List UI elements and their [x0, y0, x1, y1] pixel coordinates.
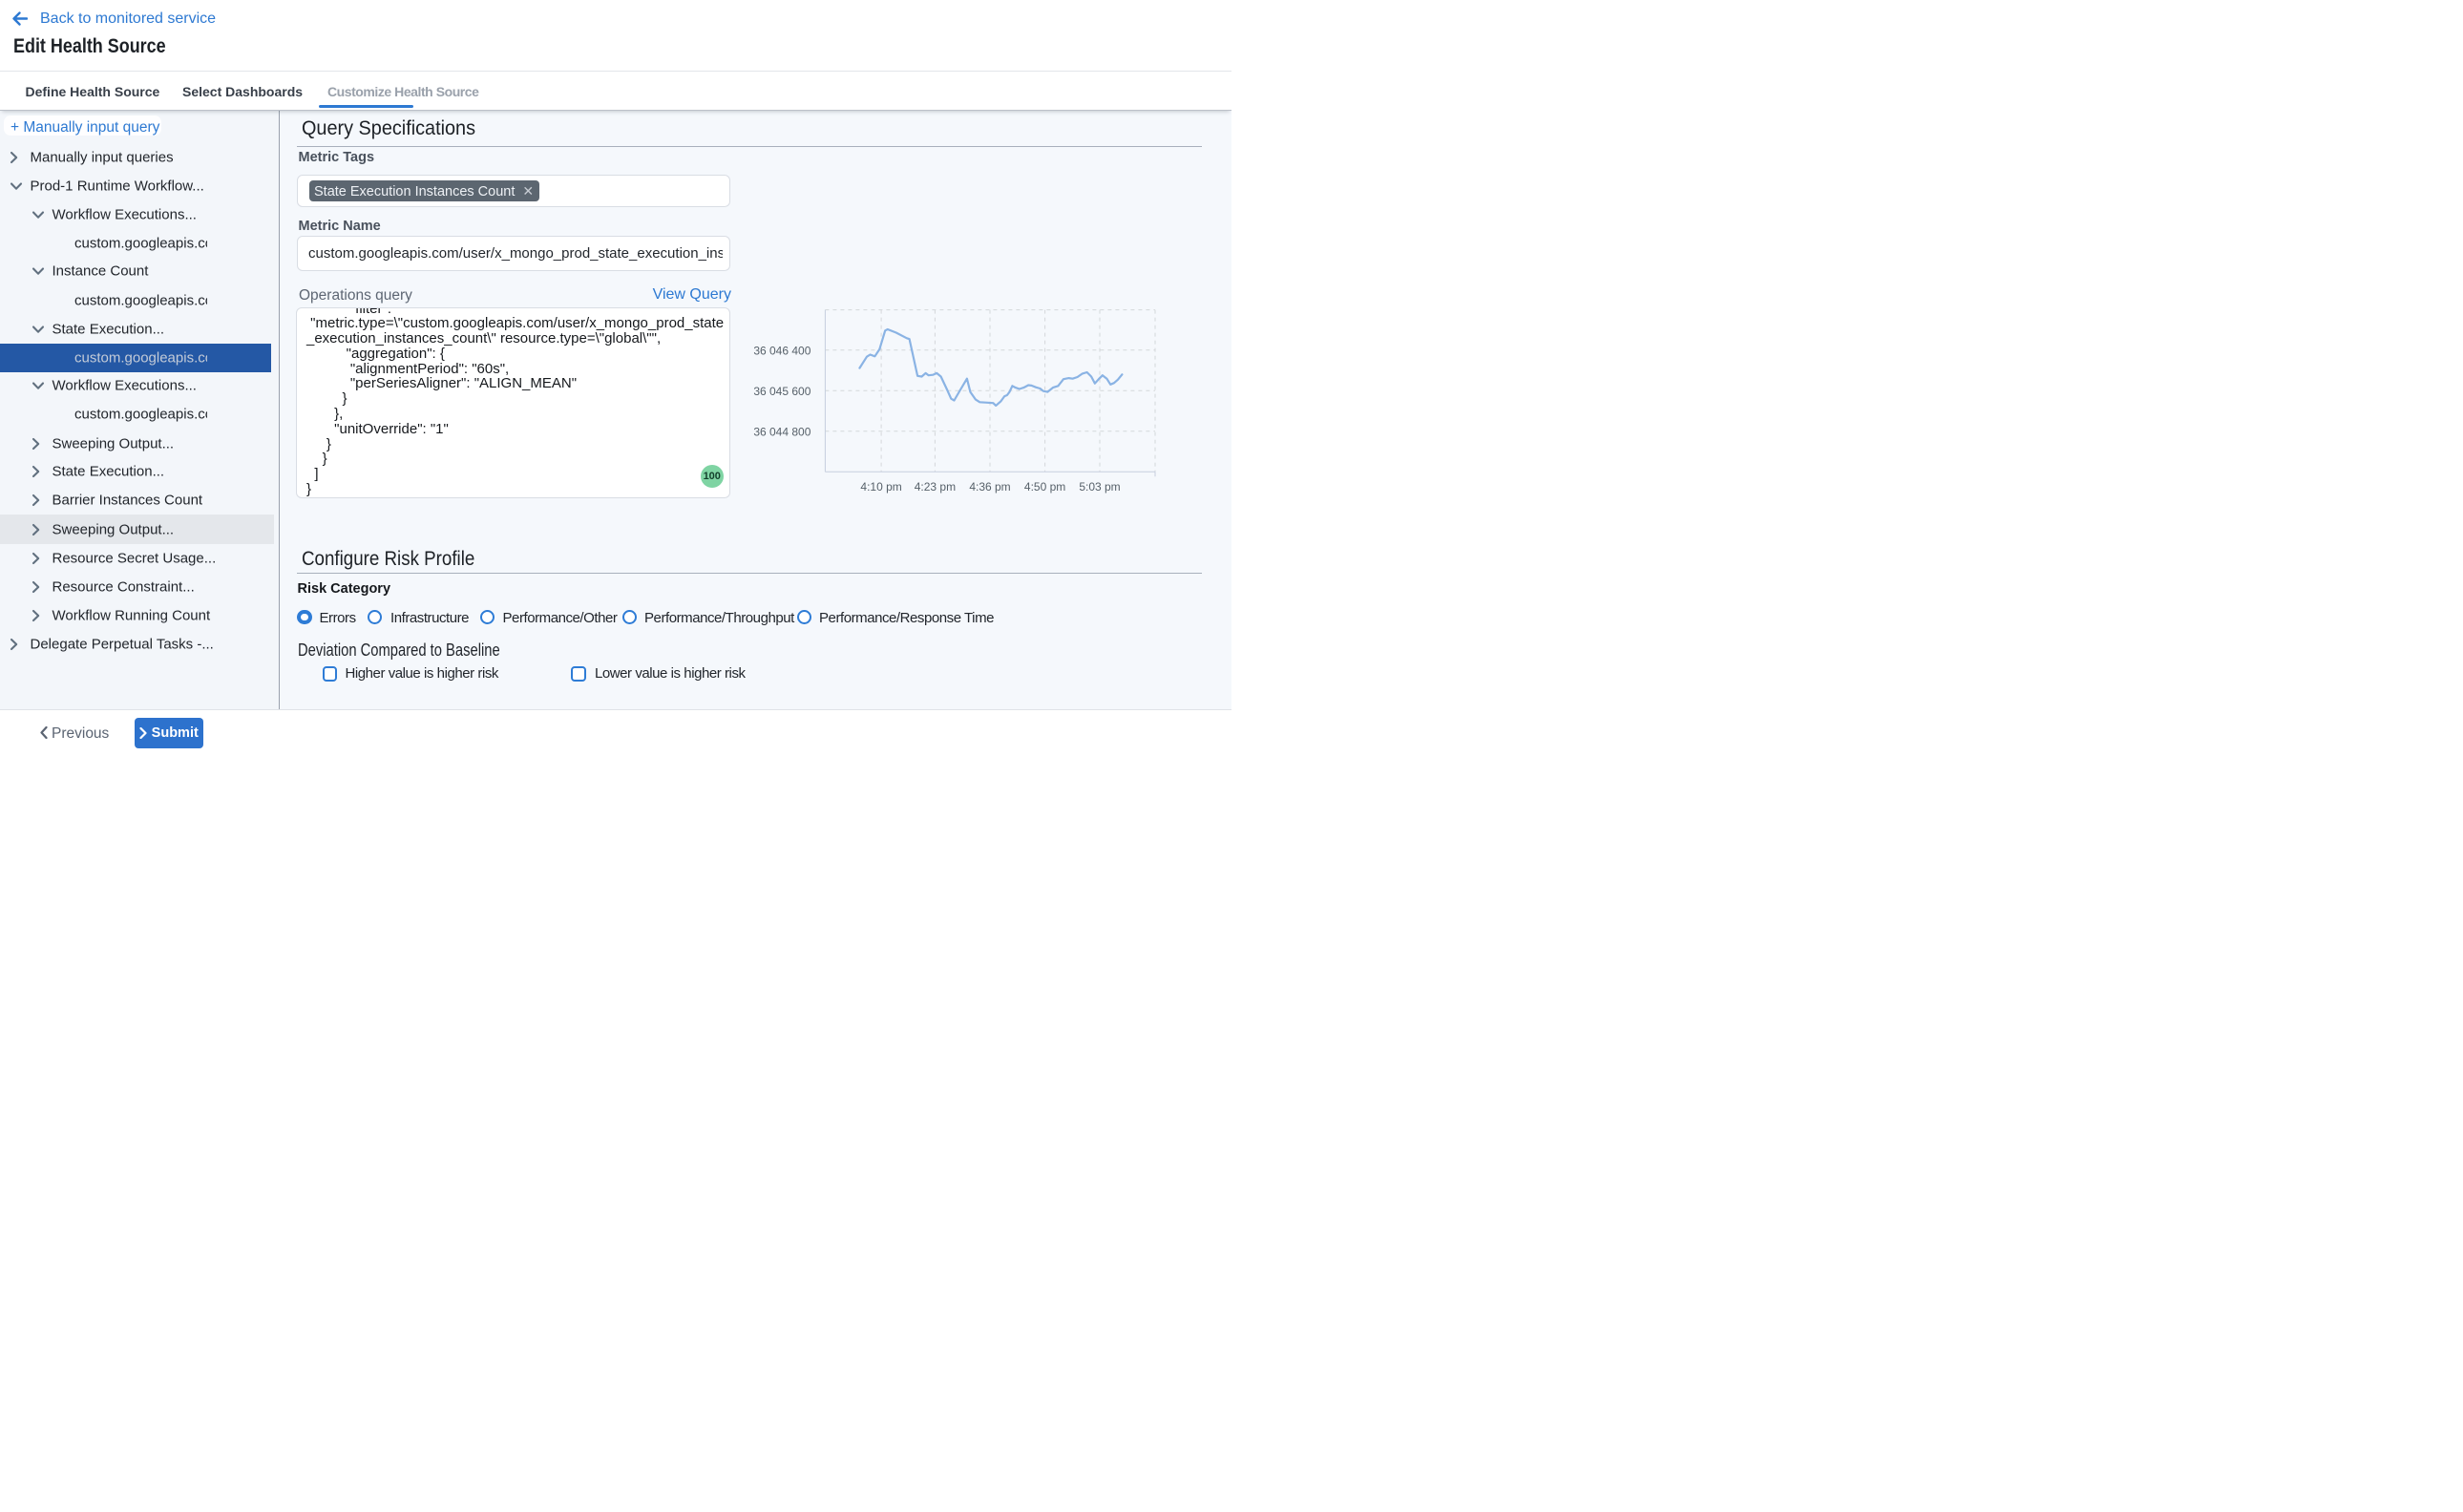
svg-text:36 045 600: 36 045 600	[753, 385, 810, 398]
svg-text:4:36 pm: 4:36 pm	[969, 480, 1010, 494]
svg-text:36 044 800: 36 044 800	[753, 425, 810, 438]
svg-text:4:23 pm: 4:23 pm	[915, 480, 956, 494]
svg-text:5:03 pm: 5:03 pm	[1079, 480, 1120, 494]
svg-text:36 046 400: 36 046 400	[753, 344, 810, 357]
svg-text:4:50 pm: 4:50 pm	[1024, 480, 1065, 494]
svg-text:4:10 pm: 4:10 pm	[860, 480, 901, 494]
